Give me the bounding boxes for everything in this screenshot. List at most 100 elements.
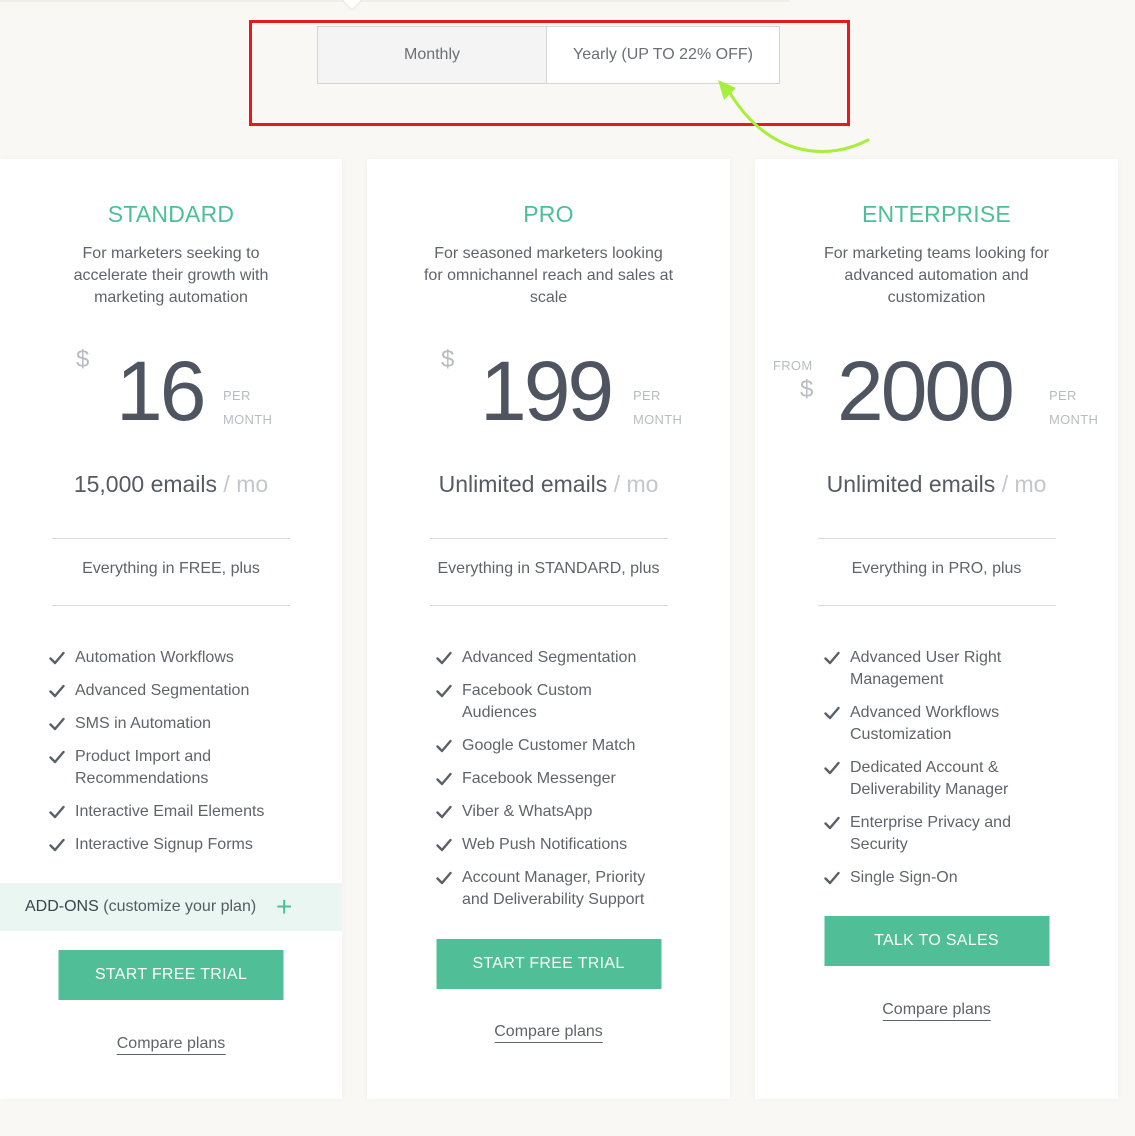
plan-inclusion-note: Everything in PRO, plus (851, 560, 1022, 577)
feature-item: Advanced Workflows Customization (824, 702, 1054, 746)
divider (429, 538, 668, 539)
feature-item: Web Push Notifications (436, 834, 666, 856)
currency-symbol: $ (76, 346, 90, 373)
feature-label: Google Customer Match (462, 737, 636, 754)
feature-item: Interactive Signup Forms (49, 834, 309, 856)
checkmark-icon (49, 750, 65, 764)
feature-label: Single Sign-On (850, 869, 958, 886)
currency-symbol: $ (800, 376, 814, 403)
checkmark-icon (824, 816, 840, 830)
plus-icon[interactable]: + (276, 893, 292, 921)
compare-plans-link[interactable]: Compare plans (494, 1023, 603, 1043)
feature-item: Advanced Segmentation (49, 680, 309, 702)
feature-item: Advanced Segmentation (436, 647, 666, 669)
checkmark-icon (49, 684, 65, 698)
feature-item: Facebook Custom Audiences (436, 680, 666, 724)
feature-item: Google Customer Match (436, 735, 666, 757)
feature-item: Product Import and Recommendations (49, 746, 309, 790)
feature-item: Account Manager, Priority and Deliverabi… (436, 867, 666, 911)
feature-list: Automation Workflows Advanced Segmentatio… (49, 647, 309, 867)
feature-label: Facebook Messenger (462, 770, 616, 787)
plan-name: ENTERPRISE (862, 201, 1011, 227)
checkmark-icon (49, 805, 65, 819)
email-quota: Unlimited emails / mo (826, 471, 1047, 497)
feature-list: Advanced Segmentation Facebook Custom Aud… (436, 647, 666, 922)
plan-inclusion-note: Everything in FREE, plus (82, 560, 260, 577)
plan-description: For marketers seeking to accelerate thei… (73, 245, 269, 306)
addons-label: ADD-ONS (25, 898, 99, 915)
checkmark-icon (49, 717, 65, 731)
price-amount: 16 (116, 344, 206, 438)
divider (52, 605, 290, 606)
feature-item: Viber & WhatsApp (436, 801, 666, 823)
price-amount: 2000 (837, 344, 1015, 438)
divider (817, 538, 1056, 539)
price-amount: 199 (480, 344, 614, 438)
top-section-edge (0, 0, 790, 2)
price-from-label: FROM (773, 358, 813, 373)
feature-item: Interactive Email Elements (49, 801, 309, 823)
feature-label: Account Manager, Priority and Deliverabi… (462, 869, 646, 908)
divider (52, 538, 290, 539)
addons-subtitle: (customize your plan) (103, 898, 257, 915)
compare-plans-link[interactable]: Compare plans (116, 1035, 226, 1055)
plan-name: PRO (523, 201, 574, 227)
checkmark-icon (436, 838, 452, 852)
checkmark-icon (436, 805, 452, 819)
feature-item: Facebook Messenger (436, 768, 666, 790)
email-quota: 15,000 emails / mo (73, 471, 269, 497)
feature-label: Product Import and Recommendations (75, 748, 212, 787)
checkmark-icon (436, 651, 452, 665)
plan-card-standard: STANDARD For marketers seeking to accele… (0, 159, 342, 1099)
feature-label: Enterprise Privacy and Security (850, 814, 1011, 853)
monthly-option[interactable]: Monthly (318, 27, 547, 83)
price-period: PER MONTH (633, 388, 683, 427)
feature-label: Web Push Notifications (462, 836, 628, 853)
addons-bar[interactable]: ADD-ONS (customize your plan) + (0, 883, 342, 931)
price-period: PER MONTH (223, 388, 273, 427)
checkmark-icon (436, 739, 452, 753)
start-free-trial-button[interactable]: START FREE TRIAL (436, 939, 661, 989)
checkmark-icon (49, 651, 65, 665)
feature-item: Dedicated Account & Deliverability Manag… (824, 757, 1054, 801)
plan-description: For marketing teams looking for advanced… (824, 245, 1049, 306)
checkmark-icon (436, 871, 452, 885)
billing-period-toggle[interactable]: Monthly Yearly (UP TO 22% OFF) (317, 26, 780, 84)
feature-label: Interactive Email Elements (75, 803, 265, 820)
plan-price: $ 199 PER MONTH (367, 344, 730, 438)
currency-symbol: $ (441, 346, 455, 373)
checkmark-icon (824, 651, 840, 665)
feature-label: Dedicated Account & Deliverability Manag… (850, 759, 1009, 798)
feature-label: Advanced User Right Management (850, 649, 1002, 688)
checkmark-icon (436, 772, 452, 786)
feature-label: Viber & WhatsApp (462, 803, 593, 820)
feature-item: Automation Workflows (49, 647, 309, 669)
plan-name: STANDARD (107, 201, 235, 227)
yearly-option[interactable]: Yearly (UP TO 22% OFF) (547, 27, 779, 83)
price-period: PER MONTH (1049, 388, 1099, 427)
plan-card-enterprise: ENTERPRISE For marketing teams looking f… (755, 159, 1118, 1099)
divider (817, 605, 1056, 606)
feature-label: Advanced Segmentation (462, 649, 637, 666)
checkmark-icon (824, 706, 840, 720)
feature-list: Advanced User Right Management Advanced W… (824, 647, 1054, 900)
feature-item: Advanced User Right Management (824, 647, 1054, 691)
plan-price: $ 16 PER MONTH (0, 344, 342, 438)
feature-label: Advanced Workflows Customization (850, 704, 1000, 743)
talk-to-sales-button[interactable]: TALK TO SALES (824, 916, 1049, 966)
checkmark-icon (49, 838, 65, 852)
feature-label: Facebook Custom Audiences (462, 682, 592, 721)
compare-plans-link[interactable]: Compare plans (882, 1001, 991, 1021)
feature-item: Single Sign-On (824, 867, 1054, 889)
plan-description: For seasoned marketers looking for omnic… (423, 245, 674, 306)
checkmark-icon (436, 684, 452, 698)
plan-inclusion-note: Everything in STANDARD, plus (437, 560, 660, 577)
feature-label: Interactive Signup Forms (75, 836, 253, 853)
start-free-trial-button[interactable]: START FREE TRIAL (58, 950, 284, 1000)
feature-label: Advanced Segmentation (75, 682, 250, 699)
checkmark-icon (824, 761, 840, 775)
feature-label: Automation Workflows (75, 649, 234, 666)
feature-item: SMS in Automation (49, 713, 309, 735)
dropdown-notch (342, 0, 362, 9)
plan-price: FROM $ 2000 PER MONTH (755, 344, 1118, 438)
